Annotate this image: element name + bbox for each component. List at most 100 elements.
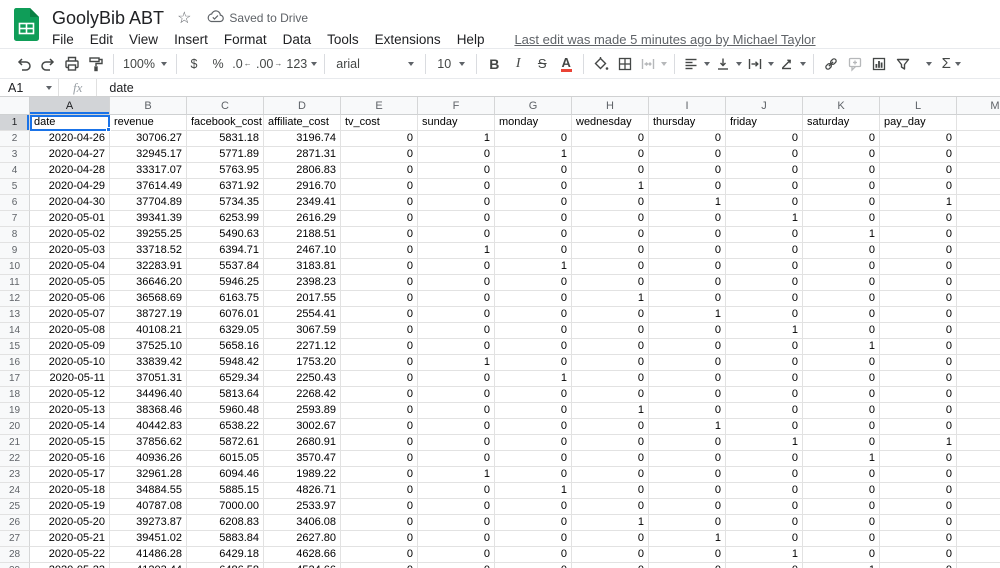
cell-H16[interactable]: 0 <box>572 355 649 371</box>
cell-E24[interactable]: 0 <box>341 483 418 499</box>
cell-D28[interactable]: 4628.66 <box>264 547 341 563</box>
cell-C25[interactable]: 7000.00 <box>187 499 264 515</box>
row-header-2[interactable]: 2 <box>0 131 30 147</box>
cell-H14[interactable]: 0 <box>572 323 649 339</box>
cell-F16[interactable]: 1 <box>418 355 495 371</box>
cell-K27[interactable]: 0 <box>803 531 880 547</box>
cell-L24[interactable]: 0 <box>880 483 957 499</box>
cell-J29[interactable]: 0 <box>726 563 803 568</box>
cell-G17[interactable]: 1 <box>495 371 572 387</box>
cell-K4[interactable]: 0 <box>803 163 880 179</box>
cell-E20[interactable]: 0 <box>341 419 418 435</box>
cell-L20[interactable]: 0 <box>880 419 957 435</box>
cell-B20[interactable]: 40442.83 <box>110 419 187 435</box>
cell-L22[interactable]: 0 <box>880 451 957 467</box>
cell-J12[interactable]: 0 <box>726 291 803 307</box>
cell-M13[interactable] <box>957 307 1000 323</box>
cell-D1[interactable]: affiliate_cost <box>264 115 341 131</box>
cell-C19[interactable]: 5960.48 <box>187 403 264 419</box>
row-header-4[interactable]: 4 <box>0 163 30 179</box>
column-header-I[interactable]: I <box>649 97 726 115</box>
cell-B5[interactable]: 37614.49 <box>110 179 187 195</box>
cell-L2[interactable]: 0 <box>880 131 957 147</box>
cell-I1[interactable]: thursday <box>649 115 726 131</box>
cell-D20[interactable]: 3002.67 <box>264 419 341 435</box>
cell-K20[interactable]: 0 <box>803 419 880 435</box>
cell-B13[interactable]: 38727.19 <box>110 307 187 323</box>
row-header-14[interactable]: 14 <box>0 323 30 339</box>
column-header-H[interactable]: H <box>572 97 649 115</box>
cell-E4[interactable]: 0 <box>341 163 418 179</box>
row-header-9[interactable]: 9 <box>0 243 30 259</box>
cell-K28[interactable]: 0 <box>803 547 880 563</box>
menu-edit[interactable]: Edit <box>82 32 121 47</box>
percent-format-button[interactable]: % <box>206 52 230 76</box>
cell-M24[interactable] <box>957 483 1000 499</box>
row-header-26[interactable]: 26 <box>0 515 30 531</box>
cell-A14[interactable]: 2020-05-08 <box>30 323 110 339</box>
cell-E29[interactable]: 0 <box>341 563 418 568</box>
column-header-B[interactable]: B <box>110 97 187 115</box>
cell-C29[interactable]: 6486.58 <box>187 563 264 568</box>
cell-K14[interactable]: 0 <box>803 323 880 339</box>
cell-H11[interactable]: 0 <box>572 275 649 291</box>
cell-K7[interactable]: 0 <box>803 211 880 227</box>
cell-B1[interactable]: revenue <box>110 115 187 131</box>
cell-F17[interactable]: 0 <box>418 371 495 387</box>
cell-H28[interactable]: 0 <box>572 547 649 563</box>
row-header-20[interactable]: 20 <box>0 419 30 435</box>
cell-F29[interactable]: 0 <box>418 563 495 568</box>
cell-B8[interactable]: 39255.25 <box>110 227 187 243</box>
cell-D5[interactable]: 2916.70 <box>264 179 341 195</box>
cell-A20[interactable]: 2020-05-14 <box>30 419 110 435</box>
cell-M9[interactable] <box>957 243 1000 259</box>
cell-E16[interactable]: 0 <box>341 355 418 371</box>
sheets-logo-icon[interactable] <box>13 7 40 47</box>
cell-B29[interactable]: 41203.44 <box>110 563 187 568</box>
cell-J13[interactable]: 0 <box>726 307 803 323</box>
cell-D25[interactable]: 2533.97 <box>264 499 341 515</box>
cell-J19[interactable]: 0 <box>726 403 803 419</box>
cell-C10[interactable]: 5537.84 <box>187 259 264 275</box>
cell-L21[interactable]: 1 <box>880 435 957 451</box>
cell-H6[interactable]: 0 <box>572 195 649 211</box>
row-header-10[interactable]: 10 <box>0 259 30 275</box>
cell-H3[interactable]: 0 <box>572 147 649 163</box>
cell-F25[interactable]: 0 <box>418 499 495 515</box>
row-header-19[interactable]: 19 <box>0 403 30 419</box>
cell-A9[interactable]: 2020-05-03 <box>30 243 110 259</box>
cell-C21[interactable]: 5872.61 <box>187 435 264 451</box>
cell-L28[interactable]: 0 <box>880 547 957 563</box>
cell-C27[interactable]: 5883.84 <box>187 531 264 547</box>
cell-H25[interactable]: 0 <box>572 499 649 515</box>
horizontal-align-button[interactable] <box>680 52 712 76</box>
cell-A10[interactable]: 2020-05-04 <box>30 259 110 275</box>
cell-I27[interactable]: 1 <box>649 531 726 547</box>
merge-cells-button[interactable] <box>637 52 669 76</box>
cell-M26[interactable] <box>957 515 1000 531</box>
cell-J9[interactable]: 0 <box>726 243 803 259</box>
cell-D23[interactable]: 1989.22 <box>264 467 341 483</box>
italic-button[interactable]: I <box>506 52 530 76</box>
cell-C26[interactable]: 6208.83 <box>187 515 264 531</box>
cell-G13[interactable]: 0 <box>495 307 572 323</box>
cell-F6[interactable]: 0 <box>418 195 495 211</box>
name-box[interactable]: A1 <box>0 81 58 95</box>
cell-E8[interactable]: 0 <box>341 227 418 243</box>
cell-L14[interactable]: 0 <box>880 323 957 339</box>
cell-G19[interactable]: 0 <box>495 403 572 419</box>
cell-L23[interactable]: 0 <box>880 467 957 483</box>
cell-B19[interactable]: 38368.46 <box>110 403 187 419</box>
select-all-corner[interactable] <box>0 97 30 115</box>
cell-A25[interactable]: 2020-05-19 <box>30 499 110 515</box>
cell-B10[interactable]: 32283.91 <box>110 259 187 275</box>
cell-I13[interactable]: 1 <box>649 307 726 323</box>
cell-F12[interactable]: 0 <box>418 291 495 307</box>
cell-G6[interactable]: 0 <box>495 195 572 211</box>
cell-K19[interactable]: 0 <box>803 403 880 419</box>
cell-J27[interactable]: 0 <box>726 531 803 547</box>
cell-C22[interactable]: 6015.05 <box>187 451 264 467</box>
cell-G29[interactable]: 0 <box>495 563 572 568</box>
cell-B22[interactable]: 40936.26 <box>110 451 187 467</box>
column-header-M[interactable]: M <box>957 97 1000 115</box>
